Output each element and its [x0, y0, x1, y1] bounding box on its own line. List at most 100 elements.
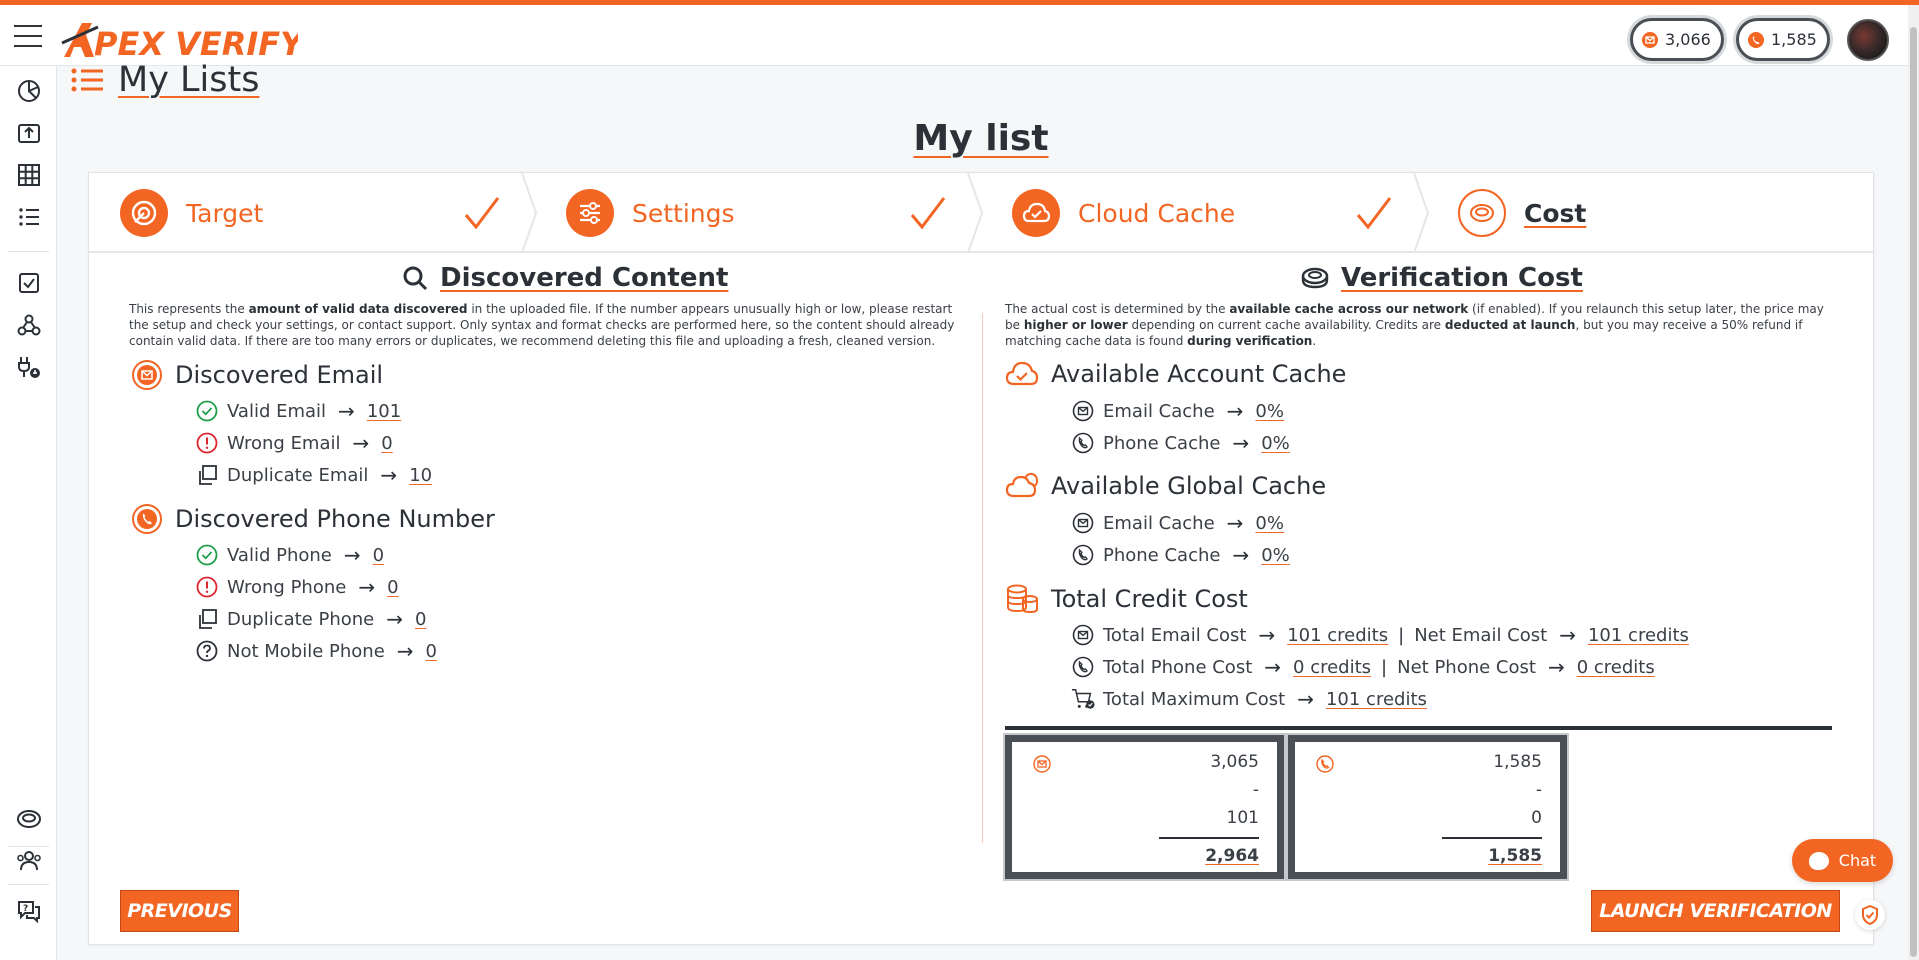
arrow-right-icon: →: [380, 463, 398, 487]
menu-toggle-icon[interactable]: [14, 25, 42, 47]
section-title: Verification Cost: [1341, 263, 1583, 293]
row-value: 0 credits: [1576, 656, 1655, 678]
chat-label: Chat: [1838, 851, 1877, 870]
shield-check-icon[interactable]: [1855, 900, 1885, 930]
table-icon[interactable]: [14, 160, 44, 190]
svg-text:PEX VERIFY: PEX VERIFY: [94, 25, 298, 61]
row-label: Phone Cache: [1103, 544, 1221, 566]
svg-text:?: ?: [23, 904, 28, 914]
list-icon: [71, 68, 103, 92]
credits-icon[interactable]: [14, 804, 44, 834]
coins-icon: [1301, 267, 1329, 289]
row-value: 0: [415, 608, 427, 630]
search-icon: [403, 266, 428, 291]
user-avatar[interactable]: [1847, 19, 1889, 61]
integration-icon[interactable]: [14, 352, 44, 382]
arrow-right-icon: →: [1559, 623, 1576, 647]
global-email-cache-row: Email Cache → 0%: [1071, 511, 1284, 535]
phone-credit-icon: [1316, 755, 1334, 773]
arrow-right-icon: →: [1226, 511, 1244, 535]
row-label: Valid Email: [227, 400, 327, 422]
team-icon[interactable]: [14, 846, 44, 876]
phone-credits-value: 1,585: [1771, 30, 1817, 49]
arrow-right-icon: →: [1547, 655, 1565, 679]
step-separator: [967, 173, 983, 253]
row-label: Email Cache: [1103, 512, 1215, 534]
arrow-right-icon: →: [386, 607, 403, 631]
email-credits-pill[interactable]: 3,066: [1630, 18, 1724, 61]
row-label: Net Email Cost: [1414, 624, 1548, 646]
cost-description: The actual cost is determined by the ava…: [1005, 302, 1824, 348]
step-label: Settings: [632, 198, 735, 228]
page-scrollbar[interactable]: [1908, 5, 1919, 960]
app-logo[interactable]: PEX VERIFY: [58, 17, 298, 61]
cloud-check-icon: [1012, 189, 1060, 237]
balance-value: 1,585: [1493, 752, 1542, 772]
email-credits-value: 3,066: [1665, 30, 1711, 49]
row-label: Not Mobile Phone: [227, 640, 385, 662]
row-label: Duplicate Email: [227, 464, 369, 486]
row-label: Wrong Phone: [227, 576, 347, 598]
sum-line: [1159, 837, 1259, 839]
step-cloud-cache[interactable]: Cloud Cache: [1012, 173, 1235, 253]
phone-icon: [1071, 655, 1095, 679]
verification-cost-heading: Verification Cost: [1301, 263, 1583, 293]
row-value: 0 credits: [1293, 656, 1372, 678]
step-label: Target: [186, 198, 264, 228]
clouds-icon: [1005, 472, 1039, 498]
phone-credit-calculation: 1,585 - 0 1,585: [1288, 735, 1567, 879]
chat-button[interactable]: Chat: [1792, 839, 1893, 882]
list-title: My list: [913, 118, 1049, 159]
email-icon: [1071, 399, 1095, 423]
row-label: Net Phone Cost: [1397, 656, 1536, 678]
row-value: 0: [372, 544, 385, 566]
phone-credits-pill[interactable]: 1,585: [1736, 18, 1830, 61]
arrow-right-icon: →: [338, 399, 355, 423]
row-value: 10: [409, 464, 433, 486]
top-bar: PEX VERIFY 3,066 1,585: [0, 5, 1908, 66]
email-icon: [1071, 511, 1095, 535]
arrow-right-icon: →: [358, 575, 376, 599]
step-settings[interactable]: Settings: [566, 173, 735, 253]
page-title: My Lists: [118, 60, 260, 100]
step-target[interactable]: Target: [120, 173, 263, 253]
check-icon: [1356, 197, 1392, 230]
arrow-right-icon: →: [1297, 687, 1314, 711]
minus-sign: -: [1535, 780, 1542, 800]
cost-divider: [1005, 726, 1832, 730]
duplicate-email-row: Duplicate Email → 10: [195, 463, 432, 487]
check-icon: [910, 197, 946, 230]
check-icon: [464, 197, 500, 230]
support-icon[interactable]: ?: [14, 896, 44, 926]
previous-button[interactable]: PREVIOUS: [120, 890, 239, 932]
tasks-icon[interactable]: [14, 268, 44, 298]
step-cost[interactable]: Cost: [1458, 173, 1586, 253]
row-value: 101 credits: [1587, 624, 1689, 646]
group-title: Discovered Email: [175, 361, 384, 389]
dashboard-icon[interactable]: [14, 76, 44, 106]
discovered-content-heading: Discovered Content: [402, 263, 728, 293]
scrollbar-thumb[interactable]: [1910, 27, 1917, 957]
valid-phone-row: Valid Phone → 0: [195, 543, 384, 567]
row-label: Wrong Email: [227, 432, 341, 454]
phone-cost-row: Total Phone Cost → 0 credits | Net Phone…: [1071, 655, 1655, 679]
row-value: 0%: [1255, 400, 1284, 422]
question-circle-icon: [195, 639, 219, 663]
discovered-email-heading: Discovered Email: [131, 359, 383, 391]
arrow-right-icon: →: [352, 431, 370, 455]
lists-icon[interactable]: [14, 202, 44, 232]
wizard-steps: Target Settings Cloud Cache Cost: [89, 173, 1873, 253]
email-icon: [1071, 623, 1095, 647]
minus-sign: -: [1252, 780, 1259, 800]
duplicate-icon: [195, 463, 219, 487]
error-circle-icon: [195, 431, 219, 455]
row-value: 0%: [1261, 432, 1290, 454]
launch-verification-button[interactable]: LAUNCH VERIFICATION: [1591, 890, 1840, 932]
not-mobile-phone-row: Not Mobile Phone → 0: [195, 639, 437, 663]
remaining-value: 1,585: [1488, 846, 1542, 866]
webhook-icon[interactable]: [14, 310, 44, 340]
email-credit-icon: [1033, 755, 1051, 773]
check-circle-icon: [195, 399, 219, 423]
group-title: Available Account Cache: [1051, 360, 1347, 388]
cart-check-icon: [1071, 687, 1095, 711]
